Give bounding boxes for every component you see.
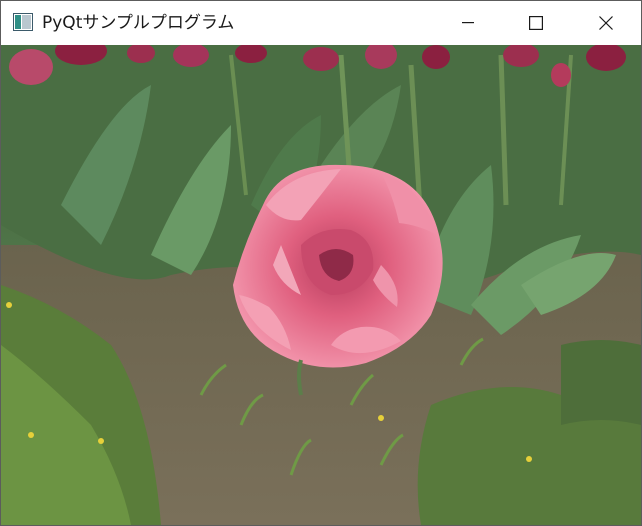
image-viewport: [1, 45, 641, 525]
title-bar[interactable]: PyQtサンプルプログラム: [1, 1, 641, 45]
minimize-button[interactable]: [445, 1, 491, 45]
close-icon: [599, 16, 613, 30]
close-button[interactable]: [583, 1, 629, 45]
app-window: PyQtサンプルプログラム: [0, 0, 642, 526]
maximize-button[interactable]: [513, 1, 559, 45]
minimize-icon: [462, 22, 474, 24]
tulip-photo: [1, 45, 641, 525]
window-title: PyQtサンプルプログラム: [42, 13, 235, 33]
app-window-icon: [13, 13, 33, 31]
maximize-icon: [529, 16, 543, 30]
